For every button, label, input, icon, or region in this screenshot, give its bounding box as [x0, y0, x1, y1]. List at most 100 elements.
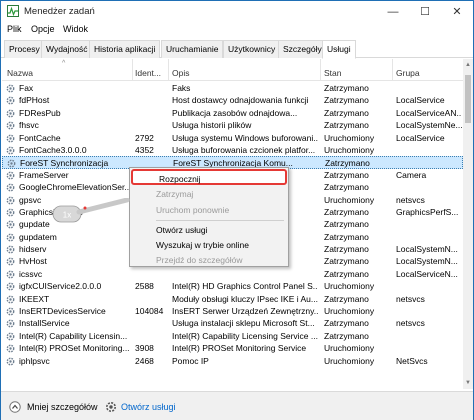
table-row[interactable]: IKEEXT Moduły obsługi kluczy IPsec IKE i … [2, 293, 463, 305]
service-gear-icon [6, 344, 15, 353]
cell-description: Usługa systemu Windows buforowani... [172, 132, 318, 143]
column-pid[interactable]: Ident... [135, 68, 161, 78]
table-row[interactable]: Intel(R) Capability Licensin... Intel(R) … [2, 330, 463, 342]
title-bar: Menedżer zadań — ☐ ✕ [1, 1, 473, 22]
cell-description: Intel(R) HD Graphics Control Panel S... [172, 281, 318, 292]
tab-users[interactable]: Użytkownicy [223, 40, 281, 58]
cell-group: Camera [396, 169, 427, 180]
minimize-button[interactable]: — [377, 1, 409, 22]
cell-pid: 2792 [135, 132, 154, 143]
cell-group: LocalServiceAN... [396, 107, 462, 118]
click-hint-icon: 1x [52, 198, 130, 223]
service-gear-icon [6, 258, 15, 266]
cell-group: GraphicsPerfS... [396, 206, 459, 217]
table-row[interactable]: fhsvc Usługa historii plików Zatrzymano Loc… [2, 119, 463, 131]
menu-item-go-to-details[interactable]: Przejdź do szczegółów [130, 252, 288, 268]
menu-item-start[interactable]: Rozpocznij [131, 169, 287, 185]
column-header: ^ Nazwa Ident... Opis Stan Grupa [2, 59, 463, 81]
menu-item-open-services[interactable]: Otwórz usługi [130, 222, 288, 238]
open-services-link[interactable]: Otwórz usługi [121, 402, 176, 412]
service-gear-icon [6, 270, 15, 279]
cell-name: IKEEXT [19, 293, 50, 304]
column-divider[interactable] [320, 59, 321, 81]
table-row[interactable]: Fax Faks Zatrzymano [2, 82, 463, 94]
table-row[interactable]: FontCache3.0.0.0 4352 Usługa buforowania c… [2, 144, 463, 156]
cell-name: Intel(R) Capability Licensin... [19, 330, 128, 341]
cell-name: HvHost [19, 256, 47, 267]
tab-bar: Procesy Wydajność Historia aplikacji Uru… [1, 38, 473, 59]
column-group[interactable]: Grupa [396, 68, 420, 78]
service-gear-icon [7, 159, 16, 168]
cell-pid: 104084 [135, 306, 164, 317]
table-row[interactable]: Intel(R) PROSet Monitoring... 3908 Intel(R… [2, 342, 463, 354]
tab-startup[interactable]: Uruchamianie [161, 40, 224, 58]
service-gear-icon [6, 196, 15, 204]
cell-name: InsERTDevicesService [19, 306, 106, 317]
cell-group: LocalService [396, 132, 445, 143]
menu-file[interactable]: Plik [7, 24, 22, 34]
column-divider[interactable] [392, 59, 393, 81]
footer: Mniej szczegółów Otwórz usługi [1, 391, 473, 420]
table-row[interactable]: igfxCUIService2.0.0.0 2588 Intel(R) HD Gra… [2, 280, 463, 292]
table-row[interactable]: FontCache 2792 Usługa systemu Windows bufo… [2, 132, 463, 144]
column-name[interactable]: Nazwa [7, 68, 33, 78]
menu-options[interactable]: Opcje [31, 24, 55, 34]
table-row[interactable]: fdPHost Host dostawcy odnajdowania funkcj… [2, 94, 463, 106]
cell-description: Host dostawcy odnajdowania funkcji [172, 95, 309, 106]
service-gear-icon [6, 357, 15, 365]
services-gear-icon[interactable] [105, 401, 117, 413]
cell-group: netsvcs [396, 318, 425, 329]
cell-group: netsvcs [396, 194, 425, 205]
fewer-details-link[interactable]: Mniej szczegółów [27, 402, 98, 412]
column-divider[interactable] [168, 59, 169, 81]
menu-item-search-online[interactable]: Wyszukaj w trybie online [130, 237, 288, 253]
cell-status: Uruchomiony [324, 144, 375, 155]
menu-separator [156, 220, 284, 221]
service-gear-icon [6, 282, 15, 291]
cell-pid: 3908 [135, 343, 154, 354]
maximize-button[interactable]: ☐ [409, 1, 441, 22]
cell-status: Zatrzymano [324, 244, 369, 255]
scroll-down-icon[interactable]: ▼ [463, 377, 473, 389]
menu-view[interactable]: Widok [63, 24, 88, 34]
menu-item-stop[interactable]: Zatrzymaj [130, 186, 288, 202]
cell-name: hidserv [19, 244, 47, 255]
cell-name: fdPHost [19, 95, 50, 106]
table-row[interactable]: iphlpsvc 2468 Pomoc IP Uruchomiony NetSvcs [2, 355, 463, 367]
vertical-scrollbar[interactable]: ▲ ▼ [463, 59, 473, 389]
collapse-up-icon[interactable] [9, 401, 21, 413]
tab-services[interactable]: Usługi [322, 40, 356, 59]
column-status[interactable]: Stan [324, 68, 342, 78]
cell-name: FrameServer [19, 169, 69, 180]
close-button[interactable]: ✕ [441, 1, 473, 22]
cell-status: Uruchomiony [324, 132, 375, 143]
sort-indicator: ^ [62, 60, 66, 67]
service-gear-icon [6, 121, 15, 130]
cell-name: FDResPub [19, 107, 61, 118]
table-row[interactable]: icssvc Zatrzymano LocalServiceN... [2, 268, 463, 280]
cell-description: Pomoc IP [172, 355, 209, 366]
tab-app-history[interactable]: Historia aplikacji [89, 40, 161, 58]
cell-pid: 2588 [135, 281, 154, 292]
tab-performance[interactable]: Wydajność [41, 40, 93, 58]
menu-item-restart[interactable]: Uruchom ponownie [130, 202, 288, 218]
cell-status: Zatrzymano [324, 107, 369, 118]
column-divider[interactable] [132, 59, 133, 81]
tab-processes[interactable]: Procesy [4, 40, 45, 58]
service-gear-icon [6, 134, 15, 142]
table-row[interactable]: InsERTDevicesService 104084 InsERT Serwer … [2, 305, 463, 317]
cell-status: Zatrzymano [324, 120, 369, 131]
cell-status: Zatrzymano [324, 268, 369, 279]
table-row[interactable]: FDResPub Publikacja zasobów odnajdowa... Z… [2, 107, 463, 119]
scrollbar-thumb[interactable] [465, 75, 471, 123]
scroll-up-icon[interactable]: ▲ [463, 59, 473, 71]
column-description[interactable]: Opis [172, 68, 189, 78]
cell-status: Zatrzymano [324, 330, 369, 341]
cell-name: FontCache [19, 132, 61, 143]
cell-status: Zatrzymano [324, 182, 369, 193]
tab-details[interactable]: Szczegóły [278, 40, 327, 58]
cell-name: icssvc [19, 268, 43, 279]
cell-group: NetSvcs [396, 355, 428, 366]
cell-status: Zatrzymano [324, 293, 369, 304]
table-row[interactable]: InstallService Usługa instalacji sklepu M… [2, 317, 463, 329]
